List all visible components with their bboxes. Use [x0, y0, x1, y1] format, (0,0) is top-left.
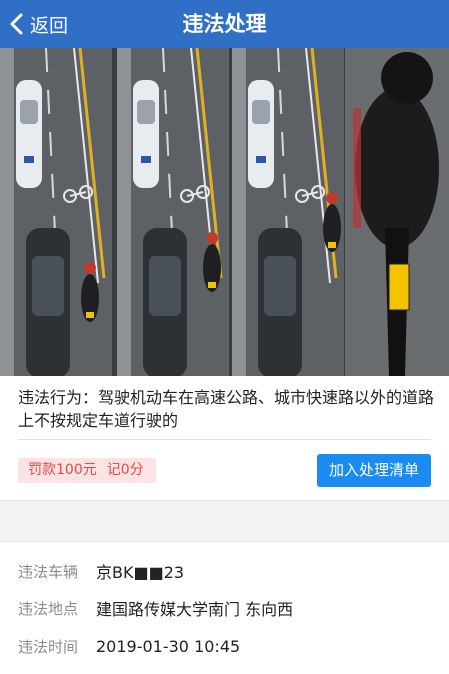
- photo-frame: [117, 48, 229, 376]
- fine-amount: 罚款100元: [28, 462, 97, 478]
- violation-photo[interactable]: [0, 48, 449, 376]
- detail-value: 2019-01-30 10:45: [96, 636, 241, 656]
- detail-row-time: 违法时间 2019-01-30 10:45: [0, 627, 449, 665]
- section-gap: [0, 500, 449, 542]
- photo-frame: [232, 48, 344, 376]
- divider: [18, 439, 431, 440]
- detail-row-vehicle: 违法车辆 京BK■■23: [0, 552, 449, 590]
- detail-row-location: 违法地点 建国路传媒大学南门 东向西: [0, 589, 449, 627]
- violation-details: 违法车辆 京BK■■23 违法地点 建国路传媒大学南门 东向西 违法时间 201…: [0, 542, 449, 674]
- detail-value: 建国路传媒大学南门 东向西: [96, 600, 294, 619]
- detail-key: 违法车辆: [18, 562, 79, 581]
- violation-photo-strip: [0, 48, 449, 376]
- detail-key: 违法地点: [18, 599, 79, 618]
- photo-frame: [0, 48, 112, 376]
- back-label: 返回: [30, 14, 69, 37]
- detail-value: 京BK■■23: [96, 563, 185, 582]
- violation-card: 违法行为：驾驶机动车在高速公路、城市快速路以外的道路上不按规定车道行驶的 罚款1…: [0, 376, 449, 500]
- nav-bar: 返回 违法处理: [0, 0, 449, 48]
- penalty-badge: 罚款100元 记0分: [18, 458, 156, 483]
- violation-description: 违法行为：驾驶机动车在高速公路、城市快速路以外的道路上不按规定车道行驶的: [18, 388, 435, 430]
- back-button[interactable]: 返回: [8, 0, 68, 48]
- chevron-left-icon: [10, 13, 23, 35]
- photo-frame: [345, 48, 449, 376]
- add-to-list-button[interactable]: 加入处理清单: [317, 454, 431, 487]
- detail-key: 违法时间: [18, 637, 79, 656]
- penalty-points: 记0分: [106, 462, 144, 478]
